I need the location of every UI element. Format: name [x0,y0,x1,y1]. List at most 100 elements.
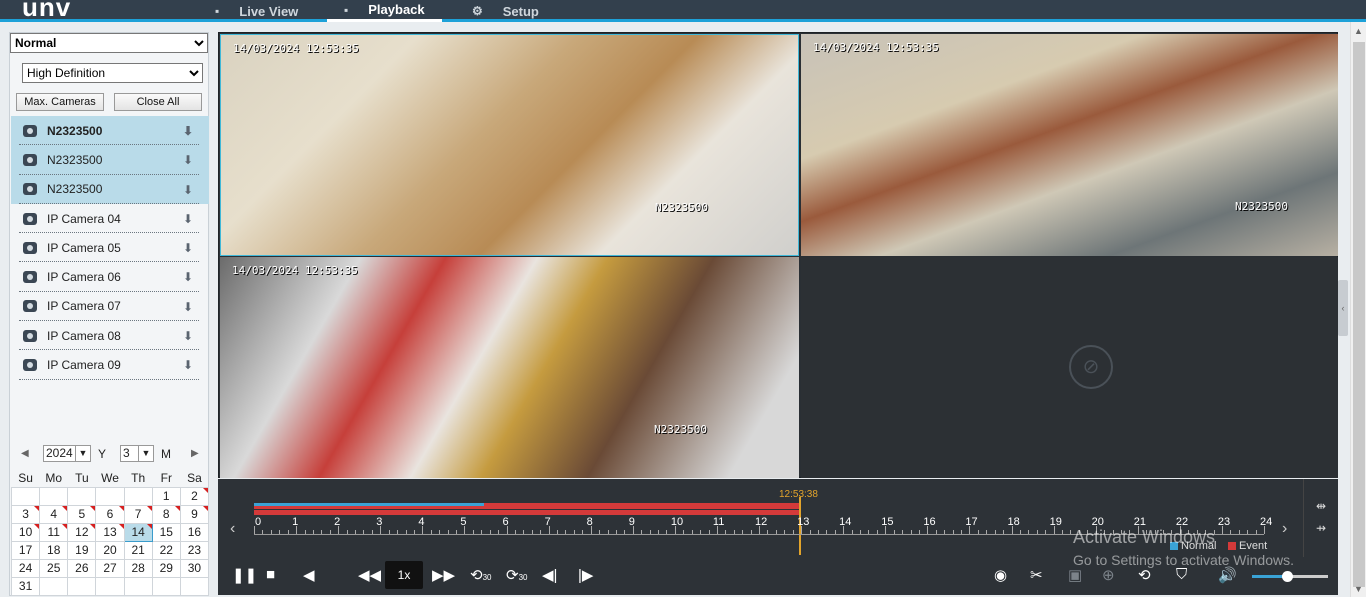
camera-list-item[interactable]: IP Camera 05 ⬇ [11,233,209,263]
calendar-day[interactable]: 27 [95,558,125,578]
calendar-day[interactable]: 29 [151,558,181,578]
reverse-play-icon[interactable]: ◀ [303,566,315,584]
camera-list-item[interactable]: IP Camera 09 ⬇ [11,350,209,380]
calendar-day[interactable]: 30 [179,558,210,578]
calendar-day[interactable]: 26 [67,558,97,578]
download-icon[interactable]: ⬇ [183,153,193,167]
calendar-day[interactable]: 3 [10,504,41,524]
timeline-prev-icon[interactable]: ‹ [230,520,235,538]
download-icon[interactable]: ⬇ [183,212,193,226]
camera-list-item[interactable]: N2323500 ⬇ [11,174,209,204]
sync-icon[interactable]: ⟲ [1138,566,1151,584]
chevron-down-icon: ▼ [138,446,153,461]
scroll-up-icon[interactable]: ▲ [1354,26,1363,36]
snapshot-icon[interactable]: ◉ [994,566,1007,584]
volume-slider[interactable] [1252,571,1328,582]
calendar-day[interactable]: 18 [39,540,69,560]
speed-up-icon[interactable]: ▶▶ [432,566,455,584]
camera-list-item[interactable]: IP Camera 04 ⬇ [11,204,209,234]
calendar-day[interactable]: 22 [151,540,181,560]
scrollbar-thumb[interactable] [1353,42,1365,587]
calendar-day[interactable]: 14 [123,522,153,542]
timeline-next-icon[interactable]: › [1282,520,1287,538]
calendar-day[interactable]: 9 [179,504,210,524]
year-select[interactable]: 2024 ▼ [43,445,91,462]
download-icon[interactable]: ⬇ [183,183,193,197]
calendar-day[interactable]: 13 [95,522,125,542]
stop-icon[interactable]: ■ [266,566,275,583]
download-icon[interactable]: ⬇ [183,300,193,314]
view-mode-select[interactable]: Normal [10,33,208,53]
calendar-day[interactable]: 31 [10,576,41,596]
calendar-day[interactable]: 25 [39,558,69,578]
slow-down-icon[interactable]: ◀◀ [358,566,381,584]
tab-setup[interactable]: ⚙ Setup [472,0,539,22]
calendar-day[interactable]: 7 [123,504,153,524]
calendar-day[interactable]: 10 [10,522,41,542]
prev-month-icon[interactable]: ◀ [21,448,29,459]
timeline-tick [439,530,441,534]
legend-event-swatch [1228,542,1236,551]
volume-icon[interactable]: 🔊 [1218,566,1237,584]
download-icon[interactable]: ⬇ [183,124,193,138]
scroll-down-icon[interactable]: ▼ [1354,584,1363,594]
pause-icon[interactable]: ❚❚ [232,566,257,584]
camera-icon [23,271,37,284]
month-value: 3 [123,446,130,460]
video-tile[interactable]: 14/03/2024 12:53:35 N2323500 [220,34,799,256]
calendar-day[interactable]: 6 [95,504,125,524]
prev-frame-icon[interactable]: ◀| [542,566,557,584]
camera-name: N2323500 [47,123,103,138]
definition-select[interactable]: High Definition [22,63,203,83]
calendar-day[interactable]: 21 [123,540,153,560]
camera-list-item[interactable]: N2323500 ⬇ [11,116,209,146]
next-frame-icon[interactable]: |▶ [578,566,593,584]
zoom-in-icon[interactable]: ⇹ [1316,499,1326,513]
next-month-icon[interactable]: ▶ [191,448,199,459]
camera-list-item[interactable]: IP Camera 07 ⬇ [11,292,209,322]
tab-playback[interactable]: ▪ Playback [327,0,442,22]
weekday-header: Su [18,470,33,485]
calendar-day[interactable]: 1 [151,486,181,506]
calendar-day[interactable]: 4 [39,504,69,524]
clip-icon[interactable]: ✂ [1030,566,1043,584]
calendar-day[interactable]: 19 [67,540,97,560]
download-icon[interactable]: ⬇ [183,358,193,372]
calendar-day[interactable]: 17 [10,540,41,560]
tab-live-view[interactable]: ▪ Live View [215,0,298,22]
calendar-day[interactable]: 5 [67,504,97,524]
timeline-tick [472,530,474,534]
download-icon[interactable]: ⬇ [183,270,193,284]
month-select[interactable]: 3 ▼ [120,445,154,462]
calendar-day[interactable]: 28 [123,558,153,578]
skip-back-icon[interactable]: ⟲30 [470,566,491,584]
video-tile[interactable]: 14/03/2024 12:53:35 N2323500 [801,34,1338,256]
timeline-tick [994,530,996,534]
zoom-out-icon[interactable]: ⇸ [1316,521,1326,535]
camera-list-item[interactable]: N2323500 ⬇ [11,145,209,175]
skip-forward-icon[interactable]: ⟳30 [506,566,527,584]
download-icon[interactable]: ⬇ [183,241,193,255]
calendar-day[interactable]: 24 [10,558,41,578]
video-tile[interactable]: 14/03/2024 12:53:35 N2323500 [220,257,799,478]
camera-list-item[interactable]: IP Camera 06 ⬇ [11,262,209,292]
page-scrollbar[interactable]: ▲ ▼ [1350,22,1366,597]
camera-icon [23,359,37,372]
calendar-day[interactable]: 16 [179,522,210,542]
calendar-day[interactable]: 15 [151,522,181,542]
timeline-hour-label: 12 [755,516,768,528]
calendar-day[interactable]: 12 [67,522,97,542]
calendar-day[interactable]: 11 [39,522,69,542]
volume-knob[interactable] [1282,571,1293,582]
collapse-handle[interactable]: ‹ [1338,280,1348,336]
download-icon[interactable]: ⬇ [183,329,193,343]
tag-icon[interactable]: ⛉ [1176,566,1187,583]
calendar-day[interactable]: 8 [151,504,181,524]
calendar-day[interactable]: 2 [179,486,210,506]
close-all-button[interactable]: Close All [114,93,202,111]
calendar-day[interactable]: 20 [95,540,125,560]
max-cameras-button[interactable]: Max. Cameras [16,93,104,111]
calendar-day[interactable]: 23 [179,540,210,560]
camera-list-item[interactable]: IP Camera 08 ⬇ [11,321,209,351]
skip-forward-seconds: 30 [518,573,528,582]
